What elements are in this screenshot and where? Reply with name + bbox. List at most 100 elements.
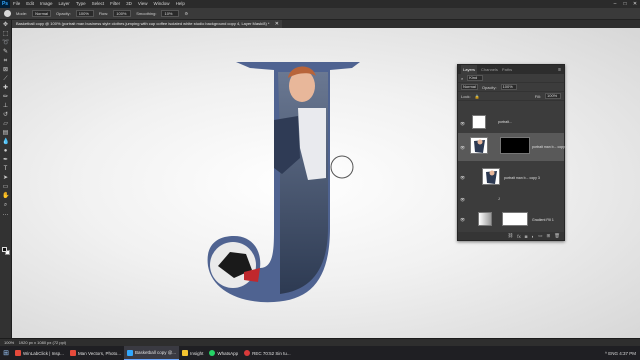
lasso-tool-icon[interactable]: ➰ xyxy=(2,40,9,47)
taskbar-item-label: Basketball copy @... xyxy=(134,350,177,355)
brush-cursor xyxy=(330,155,354,179)
layer-name: portrait... xyxy=(498,120,512,124)
tab-paths[interactable]: Paths xyxy=(502,67,512,72)
visibility-eye-icon[interactable]: 👁 xyxy=(460,217,465,222)
foreground-color-swatch[interactable] xyxy=(2,247,7,252)
layer-mask-thumbnail[interactable] xyxy=(500,137,530,154)
type-tool-icon[interactable]: T xyxy=(2,166,9,173)
taskbar-item-label: WhatsApp xyxy=(217,350,239,356)
close-tab-icon[interactable]: ✕ xyxy=(275,20,279,28)
document-info: 1920 px x 1080 px (72 ppi) xyxy=(18,340,67,345)
adjustment-icon[interactable]: ◐ xyxy=(532,234,535,239)
menu-3d[interactable]: 3D xyxy=(123,0,135,8)
panel-menu-icon[interactable]: ≡ xyxy=(558,67,561,73)
visibility-eye-icon[interactable]: 👁 xyxy=(460,175,465,180)
brush-preset-icon[interactable] xyxy=(4,10,11,17)
healing-tool-icon[interactable]: ✚ xyxy=(2,85,9,92)
opacity-field[interactable]: 100% xyxy=(75,10,94,17)
eyedropper-tool-icon[interactable]: ⟋ xyxy=(2,76,9,83)
gradient-tool-icon[interactable]: ▤ xyxy=(2,130,9,137)
filter-row: ⌕ Kind xyxy=(458,74,564,83)
zoom-tool-icon[interactable]: ⌕ xyxy=(2,202,9,209)
layer-row[interactable]: 👁 portrait... xyxy=(458,113,564,133)
minimize-button[interactable]: – xyxy=(610,1,620,7)
fill-field[interactable]: 100% xyxy=(545,93,561,99)
lock-icon[interactable]: 🔒 xyxy=(475,94,480,99)
layer-row-selected[interactable]: 👁 portrait man b... copy 4 xyxy=(458,133,568,161)
blur-tool-icon[interactable]: 💧 xyxy=(2,139,9,146)
layer-name: J xyxy=(498,197,500,201)
menu-view[interactable]: View xyxy=(135,0,151,8)
maximize-button[interactable]: □ xyxy=(620,1,630,7)
menu-edit[interactable]: Edit xyxy=(23,0,37,8)
visibility-eye-icon[interactable]: 👁 xyxy=(460,197,465,202)
menu-window[interactable]: Window xyxy=(151,0,173,8)
lock-row: Lock: 🔒 Fill: 100% xyxy=(458,92,564,101)
settings-gear-icon[interactable]: ⚙ xyxy=(184,11,188,16)
path-select-tool-icon[interactable]: ➤ xyxy=(2,175,9,182)
menu-image[interactable]: Image xyxy=(37,0,56,8)
dodge-tool-icon[interactable]: ● xyxy=(2,148,9,155)
brush-tool-icon[interactable]: ✏ xyxy=(2,94,9,101)
menu-file[interactable]: File xyxy=(10,0,23,8)
taskbar-item-label: Insight xyxy=(190,350,204,356)
link-icon[interactable]: ⛓ xyxy=(508,233,514,239)
move-tool-icon[interactable]: ✥ xyxy=(2,22,9,29)
history-brush-tool-icon[interactable]: ↺ xyxy=(2,112,9,119)
visibility-eye-icon[interactable]: 👁 xyxy=(460,121,465,126)
pen-tool-icon[interactable]: ✒ xyxy=(2,157,9,164)
whatsapp-icon xyxy=(209,350,216,356)
mode-select[interactable]: Normal xyxy=(32,10,52,17)
tab-channels[interactable]: Channels xyxy=(481,67,498,72)
menu-layer[interactable]: Layer xyxy=(56,0,73,8)
layers-panel-footer: ⛓ fx ◙ ◐ ▭ ⊞ 🗑 xyxy=(458,232,564,240)
zoom-level[interactable]: 100% xyxy=(4,340,14,345)
taskbar-item[interactable]: Man Vectors, Photo... xyxy=(67,346,124,360)
layer-mask-thumbnail[interactable] xyxy=(502,212,528,226)
start-button-icon[interactable]: ⊞ xyxy=(0,346,12,360)
visibility-eye-icon[interactable]: 👁 xyxy=(460,145,465,150)
crop-tool-icon[interactable]: ⌗ xyxy=(2,58,9,65)
taskbar-item[interactable]: Insight xyxy=(179,346,206,360)
close-window-button[interactable]: ✕ xyxy=(630,1,640,7)
menu-select[interactable]: Select xyxy=(89,0,108,8)
trash-icon[interactable]: 🗑 xyxy=(554,233,560,239)
kind-filter-select[interactable]: Kind xyxy=(467,75,484,81)
blend-mode-select[interactable]: Normal xyxy=(461,84,478,90)
layer-row[interactable]: 👁 portrait man b... copy 3 xyxy=(458,165,564,191)
clone-stamp-tool-icon[interactable]: ⊥ xyxy=(2,103,9,110)
layer-row[interactable]: 👁 Gradient Fill 1 xyxy=(458,209,564,231)
canvas-area: Layers Channels Paths ≡ ⌕ Kind Normal Op… xyxy=(12,28,640,338)
frame-tool-icon[interactable]: ⊠ xyxy=(2,67,9,74)
menu-type[interactable]: Type xyxy=(73,0,89,8)
system-tray[interactable]: ^ ENG 4:37 PM xyxy=(605,351,640,356)
layer-opacity-field[interactable]: 100% xyxy=(500,84,517,90)
menu-filter[interactable]: Filter xyxy=(107,0,123,8)
eraser-tool-icon[interactable]: ▱ xyxy=(2,121,9,128)
smoothing-field[interactable]: 10% xyxy=(161,10,180,17)
shape-tool-icon[interactable]: ▭ xyxy=(2,184,9,191)
layer-row[interactable]: 👁 J xyxy=(458,193,564,207)
layers-panel: Layers Channels Paths ≡ ⌕ Kind Normal Op… xyxy=(457,64,568,241)
taskbar-item-active[interactable]: Basketball copy @... xyxy=(123,346,180,360)
fx-icon[interactable]: fx xyxy=(517,234,521,239)
mask-icon[interactable]: ◙ xyxy=(525,234,528,239)
taskbar: ⊞ WinLabClick | Insp... Man Vectors, Pho… xyxy=(0,346,640,360)
menu-help[interactable]: Help xyxy=(173,0,188,8)
photoshop-logo: Ps xyxy=(0,0,10,8)
taskbar-item-label: WinLabClick | Insp... xyxy=(23,350,64,356)
new-layer-icon[interactable]: ⊞ xyxy=(547,233,551,239)
more-tools-icon[interactable]: … xyxy=(2,211,9,218)
hand-tool-icon[interactable]: ✋ xyxy=(2,193,9,200)
tab-layers[interactable]: Layers xyxy=(461,65,478,74)
window-controls: – □ ✕ xyxy=(610,1,640,7)
taskbar-item[interactable]: WinLabClick | Insp... xyxy=(12,346,67,360)
taskbar-item[interactable]: REC 70:52 Sin tu... xyxy=(241,346,294,360)
document-tab[interactable]: Basketball copy @ 100% (portrait man bus… xyxy=(12,20,282,28)
layer-thumbnail xyxy=(472,115,486,129)
group-icon[interactable]: ▭ xyxy=(538,233,542,239)
taskbar-item[interactable]: WhatsApp xyxy=(206,346,241,360)
flow-field[interactable]: 100% xyxy=(113,10,132,17)
marquee-tool-icon[interactable]: ⬚ xyxy=(2,31,9,38)
quick-select-tool-icon[interactable]: ✎ xyxy=(2,49,9,56)
